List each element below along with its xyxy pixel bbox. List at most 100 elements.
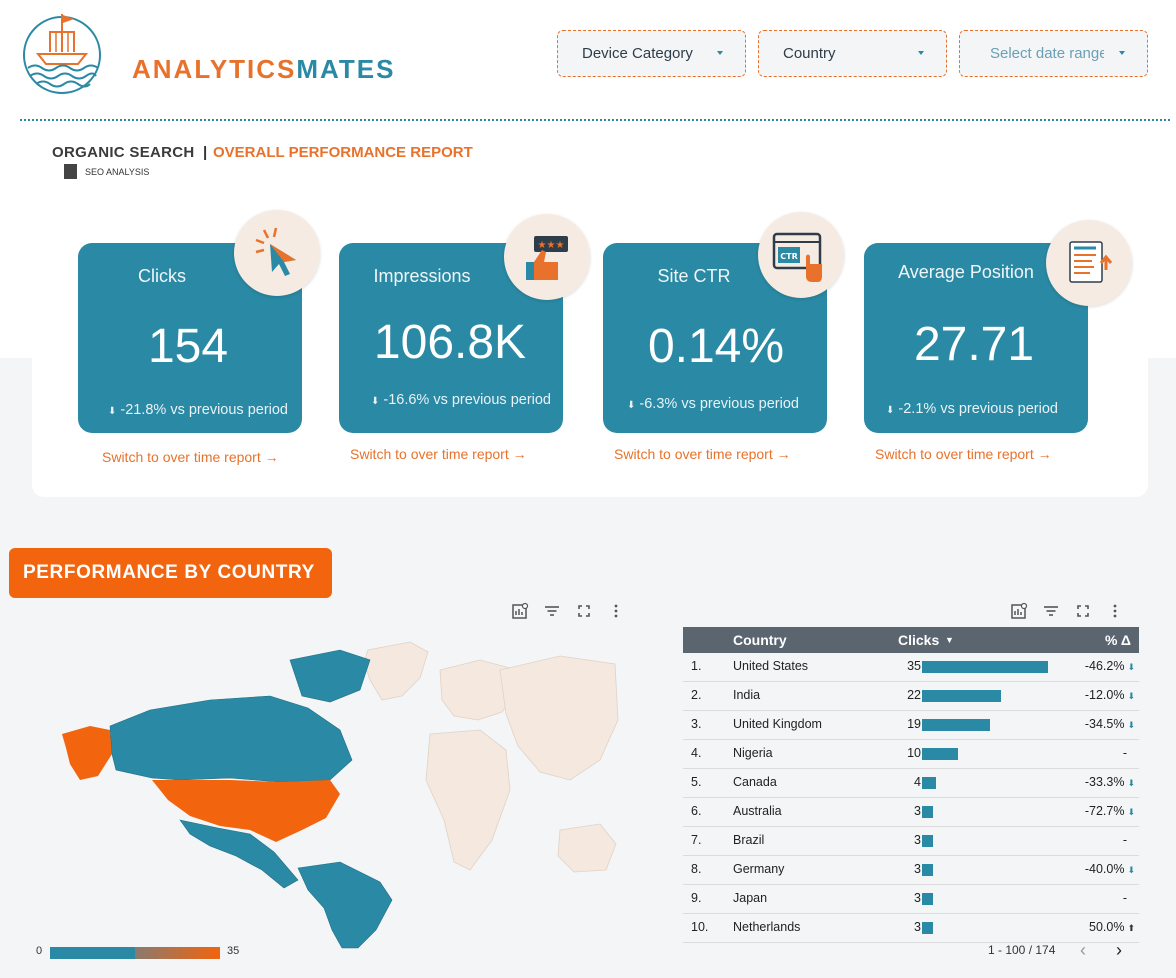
row-clicks-value: 3 bbox=[914, 833, 921, 847]
row-rank: 6. bbox=[691, 804, 702, 818]
row-country: Canada bbox=[733, 775, 777, 789]
device-category-filter[interactable]: Device Category bbox=[557, 30, 746, 77]
caret-down-icon bbox=[1119, 51, 1125, 55]
row-clicks-bar bbox=[922, 661, 1048, 673]
switch-report-link-position[interactable]: Switch to over time report → bbox=[875, 446, 1052, 462]
table-row[interactable]: 8. Germany 3 -40.0% ⬇ bbox=[683, 856, 1139, 885]
row-clicks-bar bbox=[922, 719, 990, 731]
next-page-button[interactable]: › bbox=[1116, 940, 1122, 961]
header-divider bbox=[20, 119, 1170, 121]
sort-desc-icon[interactable]: ▼ bbox=[945, 635, 954, 645]
table-row[interactable]: 4. Nigeria 10 - bbox=[683, 740, 1139, 769]
caret-down-icon bbox=[918, 51, 924, 55]
table-row[interactable]: 9. Japan 3 - bbox=[683, 885, 1139, 914]
pagination-label: 1 - 100 / 174 bbox=[988, 943, 1056, 957]
legend-color-scale bbox=[50, 947, 220, 959]
row-clicks-value: 22 bbox=[907, 688, 921, 702]
row-rank: 1. bbox=[691, 659, 702, 673]
column-header-pct-change[interactable]: % Δ bbox=[1105, 632, 1131, 648]
row-clicks-bar bbox=[922, 777, 936, 789]
row-country: Germany bbox=[733, 862, 785, 876]
tag-label: SEO ANALYSIS bbox=[85, 167, 150, 177]
country-filter[interactable]: Country bbox=[758, 30, 947, 77]
table-row[interactable]: 3. United Kingdom 19 -34.5% ⬇ bbox=[683, 711, 1139, 740]
svg-text:CTR: CTR bbox=[780, 252, 798, 261]
column-header-country[interactable]: Country bbox=[733, 632, 787, 648]
table-row[interactable]: 1. United States 35 -46.2% ⬇ bbox=[683, 653, 1139, 682]
canada-region bbox=[109, 695, 353, 783]
usa-region bbox=[152, 780, 340, 842]
row-clicks-value: 3 bbox=[914, 862, 921, 876]
row-clicks-value: 35 bbox=[907, 659, 921, 673]
prev-page-button[interactable]: ‹ bbox=[1080, 940, 1086, 961]
table-row[interactable]: 2. India 22 -12.0% ⬇ bbox=[683, 682, 1139, 711]
arrow-down-icon: ⬇ bbox=[886, 405, 895, 416]
row-pct-change: - bbox=[1123, 891, 1127, 905]
row-clicks-value: 19 bbox=[907, 717, 921, 731]
cursor-click-icon bbox=[234, 210, 320, 296]
column-header-clicks[interactable]: Clicks bbox=[898, 632, 939, 648]
pct-value: -46.2% bbox=[1084, 659, 1125, 673]
arrow-down-icon: ⬇ bbox=[1127, 865, 1135, 875]
arrow-down-icon: ⬇ bbox=[627, 400, 636, 411]
row-clicks-value: 4 bbox=[914, 775, 921, 789]
australia-region bbox=[557, 823, 617, 873]
row-clicks-value: 10 bbox=[907, 746, 921, 760]
row-rank: 7. bbox=[691, 833, 702, 847]
row-country: India bbox=[733, 688, 761, 702]
row-country: Australia bbox=[733, 804, 782, 818]
world-map[interactable] bbox=[40, 630, 620, 950]
row-rank: 8. bbox=[691, 862, 702, 876]
row-clicks-value: 3 bbox=[914, 804, 921, 818]
arrow-up-icon: ⬆ bbox=[1127, 923, 1135, 933]
fullscreen-icon[interactable] bbox=[1074, 602, 1092, 620]
switch-report-link-clicks[interactable]: Switch to over time report → bbox=[102, 449, 279, 465]
row-clicks-bar bbox=[922, 748, 958, 760]
svg-text:★★★: ★★★ bbox=[538, 240, 565, 251]
arrow-down-icon: ⬇ bbox=[1127, 662, 1135, 672]
explore-chart-icon[interactable] bbox=[511, 602, 529, 620]
kpi-value: 106.8K bbox=[373, 316, 527, 369]
tag-swatch bbox=[64, 164, 77, 179]
ctr-click-icon: CTR bbox=[758, 212, 844, 298]
legend-max-label: 35 bbox=[227, 945, 240, 957]
legend-min-label: 0 bbox=[36, 945, 43, 957]
greenland-region bbox=[363, 641, 429, 701]
brand-name: ANALYTICSMATES bbox=[132, 54, 396, 84]
pct-value: - bbox=[1122, 833, 1127, 847]
filter-icon[interactable] bbox=[543, 602, 561, 620]
pct-value: 50.0% bbox=[1089, 920, 1125, 934]
row-country: United States bbox=[733, 659, 809, 673]
brand-logo: ANALYTICSMATES bbox=[20, 10, 393, 100]
africa-region bbox=[425, 729, 511, 871]
table-row[interactable]: 6. Australia 3 -72.7% ⬇ bbox=[683, 798, 1139, 827]
thumbs-up-rating-icon: ★★★ bbox=[504, 214, 590, 300]
switch-report-link-impressions[interactable]: Switch to over time report → bbox=[350, 446, 527, 462]
section-banner: PERFORMANCE BY COUNTRY bbox=[9, 548, 332, 598]
kpi-delta: ⬇ -21.8% vs previous period bbox=[107, 402, 289, 418]
row-pct-change: -40.0% ⬇ bbox=[1085, 862, 1135, 876]
pct-value: -33.3% bbox=[1084, 775, 1125, 789]
row-rank: 4. bbox=[691, 746, 702, 760]
boat-logo-icon bbox=[23, 14, 101, 94]
table-row[interactable]: 7. Brazil 3 - bbox=[683, 827, 1139, 856]
explore-chart-icon[interactable] bbox=[1010, 602, 1028, 620]
more-options-icon[interactable] bbox=[607, 602, 625, 620]
filter-icon[interactable] bbox=[1042, 602, 1060, 620]
south-america-region bbox=[297, 861, 393, 949]
table-row[interactable]: 5. Canada 4 -33.3% ⬇ bbox=[683, 769, 1139, 798]
kpi-value: 154 bbox=[147, 320, 229, 373]
more-options-icon[interactable] bbox=[1106, 602, 1124, 620]
date-range-filter[interactable]: Select date range bbox=[959, 30, 1148, 77]
fullscreen-icon[interactable] bbox=[575, 602, 593, 620]
row-clicks-bar bbox=[922, 893, 933, 905]
pct-value: -34.5% bbox=[1084, 717, 1125, 731]
row-pct-change: -72.7% ⬇ bbox=[1085, 804, 1135, 818]
table-row[interactable]: 10. Netherlands 3 50.0% ⬆ bbox=[683, 914, 1139, 943]
row-clicks-bar bbox=[922, 835, 933, 847]
row-rank: 2. bbox=[691, 688, 702, 702]
switch-report-link-ctr[interactable]: Switch to over time report → bbox=[614, 446, 791, 462]
arrow-down-icon: ⬇ bbox=[1127, 720, 1135, 730]
arrow-down-icon: ⬇ bbox=[1127, 691, 1135, 701]
row-country: United Kingdom bbox=[733, 717, 822, 731]
